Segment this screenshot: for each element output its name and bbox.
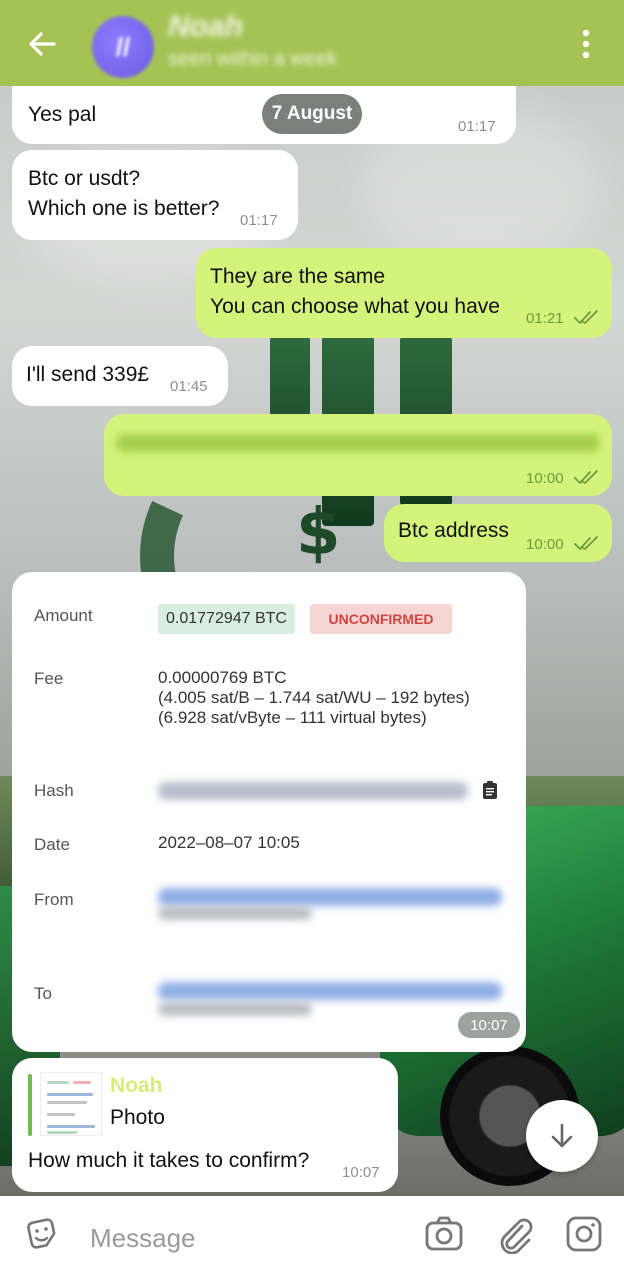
message-incoming[interactable]: I'll send 339£ 01:45 <box>12 346 228 406</box>
tx-fee-rate-vbytes: (6.928 sat/vByte – 111 virtual bytes) <box>158 708 427 727</box>
tx-to-address-blurred <box>158 982 502 1000</box>
message-text: Btc address <box>398 519 509 542</box>
double-check-icon <box>574 470 598 485</box>
message-outgoing-blurred-address[interactable]: 10:00 <box>104 414 612 496</box>
camera-icon[interactable] <box>424 1214 464 1254</box>
message-time: 01:17 <box>458 118 496 135</box>
message-text: How much it takes to confirm? <box>28 1149 310 1172</box>
tx-status-badge: UNCONFIRMED <box>310 604 452 634</box>
message-text: They are the same You can choose what yo… <box>210 265 500 318</box>
message-time: 10:07 <box>342 1164 380 1181</box>
clipboard-icon[interactable] <box>482 780 498 800</box>
reply-media-type: Photo <box>110 1106 165 1129</box>
message-time: 10:00 <box>526 470 564 487</box>
tx-amount-label: Amount <box>34 606 93 625</box>
blurred-address-text <box>116 434 600 452</box>
message-text: Yes pal <box>28 103 97 126</box>
chat-header: // Noah seen within a week <box>0 0 624 86</box>
tx-hash-value-blurred <box>158 782 468 800</box>
date-separator: 7 August <box>262 94 362 134</box>
tx-hash-label: Hash <box>34 781 74 800</box>
contact-name[interactable]: Noah <box>168 10 243 44</box>
double-check-icon <box>574 310 598 325</box>
message-incoming-reply[interactable]: Noah Photo How much it takes to confirm?… <box>12 1058 398 1192</box>
message-text: Btc or usdt? Which one is better? <box>28 167 220 220</box>
tx-date-label: Date <box>34 835 70 854</box>
message-input[interactable] <box>90 1218 390 1258</box>
message-time: 01:21 <box>526 310 564 327</box>
tx-amount-value: 0.01772947 BTC <box>158 604 295 634</box>
double-check-icon <box>574 536 598 551</box>
tx-to-label: To <box>34 984 52 1003</box>
tx-fee-label: Fee <box>34 669 64 688</box>
message-time: 10:00 <box>526 536 564 553</box>
message-incoming[interactable]: Btc or usdt? Which one is better? 01:17 <box>12 150 298 240</box>
back-arrow-icon[interactable] <box>26 28 58 60</box>
tx-to-amount-blurred <box>158 1002 312 1016</box>
scroll-to-bottom-button[interactable] <box>526 1100 598 1172</box>
reply-quote-bar <box>28 1074 32 1136</box>
message-time: 10:07 <box>458 1012 520 1038</box>
tx-from-label: From <box>34 890 74 909</box>
message-outgoing[interactable]: Btc address 10:00 <box>384 504 612 562</box>
transaction-screenshot[interactable]: Amount 0.01772947 BTC UNCONFIRMED Fee 0.… <box>12 572 526 1052</box>
attach-icon[interactable] <box>494 1214 534 1254</box>
tx-from-amount-blurred <box>158 906 312 920</box>
message-time: 01:45 <box>170 378 208 395</box>
contact-avatar[interactable]: // <box>92 16 154 78</box>
chevron-down-icon <box>551 1123 573 1148</box>
tx-date-value: 2022–08–07 10:05 <box>158 833 300 852</box>
tx-fee-value: 0.00000769 BTC <box>158 668 287 687</box>
contact-status: seen within a week <box>168 48 337 70</box>
kebab-menu-icon[interactable] <box>578 28 594 60</box>
tx-from-address-blurred <box>158 888 502 906</box>
reply-photo-thumbnail[interactable] <box>40 1072 102 1136</box>
reply-sender-name: Noah <box>110 1074 163 1097</box>
tx-fee-rate-bytes: (4.005 sat/B – 1.744 sat/WU – 192 bytes) <box>158 688 470 707</box>
instagram-icon[interactable] <box>564 1214 604 1254</box>
sticker-icon[interactable] <box>22 1214 62 1254</box>
message-time: 01:17 <box>240 212 278 229</box>
message-text: I'll send 339£ <box>26 363 150 386</box>
message-input-bar <box>0 1196 624 1280</box>
message-outgoing[interactable]: They are the same You can choose what yo… <box>196 248 612 338</box>
